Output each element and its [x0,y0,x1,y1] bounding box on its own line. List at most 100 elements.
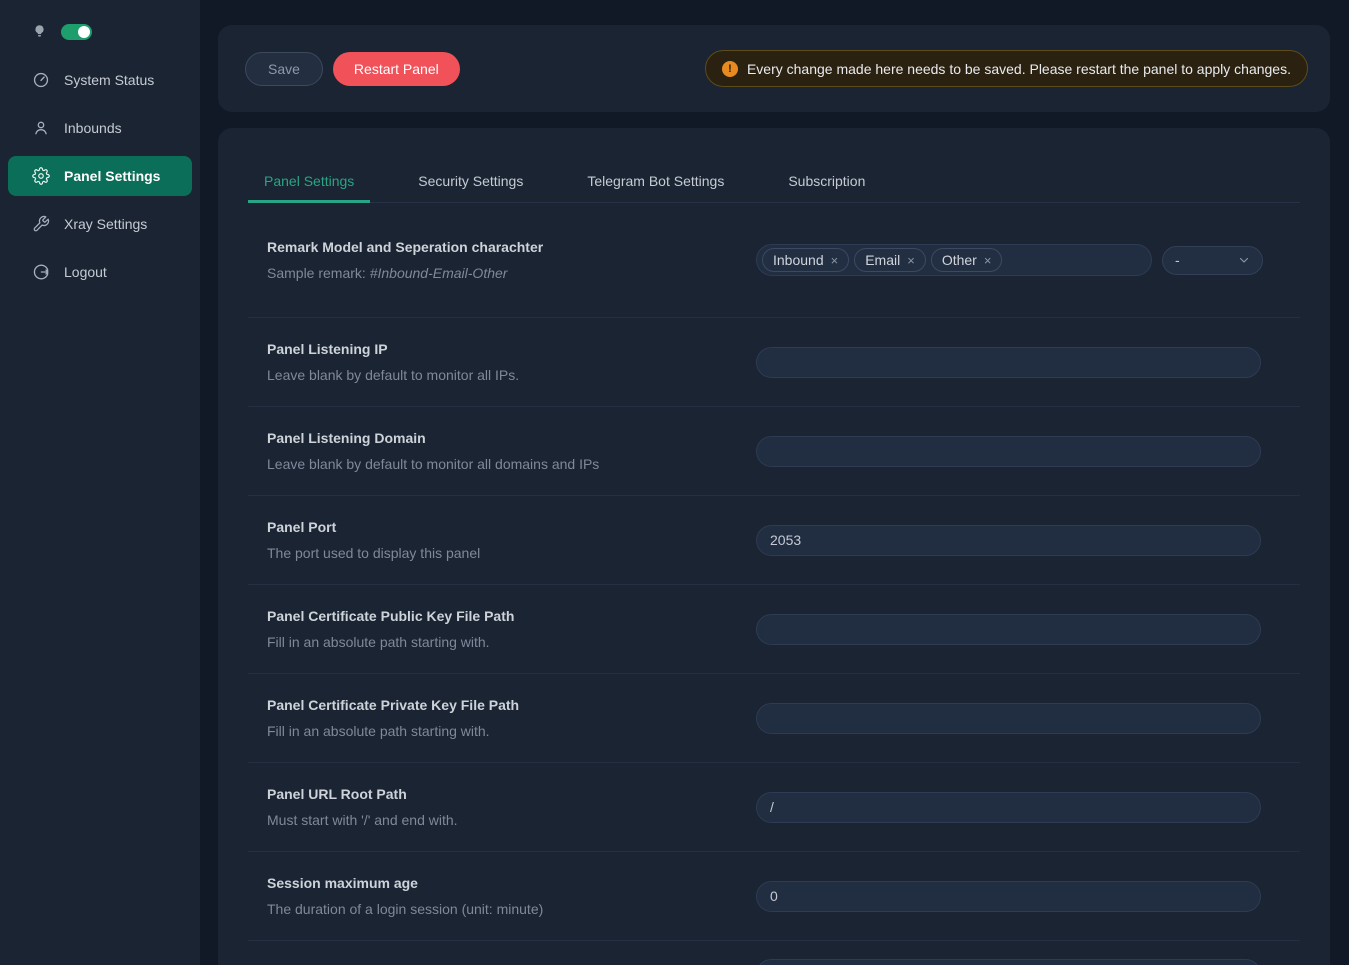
warning-icon: ! [722,61,738,77]
field-label-block [248,959,756,965]
field-label: Panel Listening Domain [267,430,756,446]
panel-listening-ip-input[interactable] [756,347,1261,378]
panel-url-root-path-input[interactable] [756,792,1261,823]
field-control [756,959,1280,965]
toolbar-card: Save Restart Panel ! Every change made h… [218,25,1330,112]
restart-panel-button[interactable]: Restart Panel [333,52,460,86]
tag-label: Email [865,252,900,268]
user-icon [32,119,50,137]
restart-warning-alert: ! Every change made here needs to be sav… [705,50,1308,87]
form-row-panel-port: Panel Port The port used to display this … [248,495,1300,584]
field-control: Inbound × Email × Other × - [756,244,1280,276]
sidebar-theme-row [0,0,200,42]
logout-icon [32,263,50,281]
form-row-panel-listening-domain: Panel Listening Domain Leave blank by def… [248,406,1300,495]
field-label-block: Panel Listening Domain Leave blank by def… [248,430,756,472]
sidebar-item-label: Panel Settings [64,168,160,184]
form-row-panel-listening-ip: Panel Listening IP Leave blank by default… [248,317,1300,406]
form-row-panel-certificate-private-key-path: Panel Certificate Private Key File Path F… [248,673,1300,762]
field-help: Must start with '/' and end with. [267,812,756,828]
field-label: Panel Certificate Private Key File Path [267,697,756,713]
session-maximum-age-input[interactable] [756,881,1261,912]
gear-icon [32,167,50,185]
field-label: Panel Listening IP [267,341,756,357]
field-help: Fill in an absolute path starting with. [267,723,756,739]
field-label: Panel Port [267,519,756,535]
field-control [756,614,1280,645]
field-label-block: Panel URL Root Path Must start with '/' a… [248,786,756,828]
settings-tabs: Panel Settings Security Settings Telegram … [248,128,1300,203]
field-label: Session maximum age [267,875,756,891]
tag-label: Other [942,252,977,268]
field-label-block: Panel Certificate Private Key File Path F… [248,697,756,739]
close-icon[interactable]: × [831,254,839,267]
settings-card: Panel Settings Security Settings Telegram … [218,128,1330,965]
tab-security-settings[interactable]: Security Settings [402,173,539,202]
wrench-icon [32,215,50,233]
sidebar-item-inbounds[interactable]: Inbounds [8,108,192,148]
field-label-block: Panel Certificate Public Key File Path Fi… [248,608,756,650]
field-control [756,792,1280,823]
field-label-block: Panel Listening IP Leave blank by default… [248,341,756,383]
field-help: Leave blank by default to monitor all do… [267,456,756,472]
field-control [756,347,1280,378]
field-control [756,436,1280,467]
next-row-partial-input[interactable] [756,959,1261,965]
tag-other: Other × [931,248,1003,272]
separator-select[interactable]: - [1162,246,1263,275]
sidebar-item-logout[interactable]: Logout [8,252,192,292]
sidebar-item-label: Xray Settings [64,216,147,232]
field-control [756,881,1280,912]
panel-listening-domain-input[interactable] [756,436,1261,467]
toggle-knob [78,26,90,38]
close-icon[interactable]: × [984,254,992,267]
sidebar-menu: System Status Inbounds Panel Settings Xray … [0,42,200,300]
sidebar-item-label: Logout [64,264,107,280]
tab-subscription[interactable]: Subscription [772,173,881,202]
form-row-panel-certificate-public-key-path: Panel Certificate Public Key File Path Fi… [248,584,1300,673]
save-button[interactable]: Save [245,52,323,86]
tab-panel-settings[interactable]: Panel Settings [248,173,370,203]
sidebar-item-label: System Status [64,72,154,88]
close-icon[interactable]: × [907,254,915,267]
field-help: Leave blank by default to monitor all IP… [267,367,756,383]
field-control [756,525,1280,556]
app-root: System Status Inbounds Panel Settings Xray … [0,0,1349,965]
panel-certificate-private-key-path-input[interactable] [756,703,1261,734]
field-help: Fill in an absolute path starting with. [267,634,756,650]
panel-certificate-public-key-path-input[interactable] [756,614,1261,645]
field-help-sample: #Inbound-Email-Other [370,265,508,281]
sidebar-item-system-status[interactable]: System Status [8,60,192,100]
alert-text: Every change made here needs to be saved… [747,61,1291,77]
field-label: Remark Model and Seperation charachter [267,239,756,255]
form-row-remark-model: Remark Model and Seperation charachter Sa… [248,203,1300,317]
tag-email: Email × [854,248,926,272]
settings-form: Remark Model and Seperation charachter Sa… [248,203,1300,965]
panel-port-input[interactable] [756,525,1261,556]
field-control [756,703,1280,734]
remark-model-tags-input[interactable]: Inbound × Email × Other × [756,244,1152,276]
theme-toggle[interactable] [61,24,92,40]
field-help: The port used to display this panel [267,545,756,561]
sidebar: System Status Inbounds Panel Settings Xray … [0,0,200,965]
tab-telegram-bot-settings[interactable]: Telegram Bot Settings [571,173,740,202]
field-label: Panel URL Root Path [267,786,756,802]
main-column: Save Restart Panel ! Every change made h… [200,0,1349,965]
lightbulb-icon [31,22,48,42]
sidebar-item-panel-settings[interactable]: Panel Settings [8,156,192,196]
field-label: Panel Certificate Public Key File Path [267,608,756,624]
select-value: - [1175,252,1180,268]
field-label-block: Session maximum age The duration of a log… [248,875,756,917]
form-row-panel-url-root-path: Panel URL Root Path Must start with '/' a… [248,762,1300,851]
dashboard-icon [32,71,50,89]
form-row-next-row-partial [248,940,1300,965]
field-help: The duration of a login session (unit: m… [267,901,756,917]
sidebar-item-label: Inbounds [64,120,122,136]
sidebar-item-xray-settings[interactable]: Xray Settings [8,204,192,244]
form-row-session-maximum-age: Session maximum age The duration of a log… [248,851,1300,940]
field-label-block: Panel Port The port used to display this … [248,519,756,561]
field-label-block: Remark Model and Seperation charachter Sa… [248,239,756,281]
tag-inbound: Inbound × [762,248,849,272]
field-help: Sample remark: #Inbound-Email-Other [267,265,756,281]
tag-label: Inbound [773,252,824,268]
